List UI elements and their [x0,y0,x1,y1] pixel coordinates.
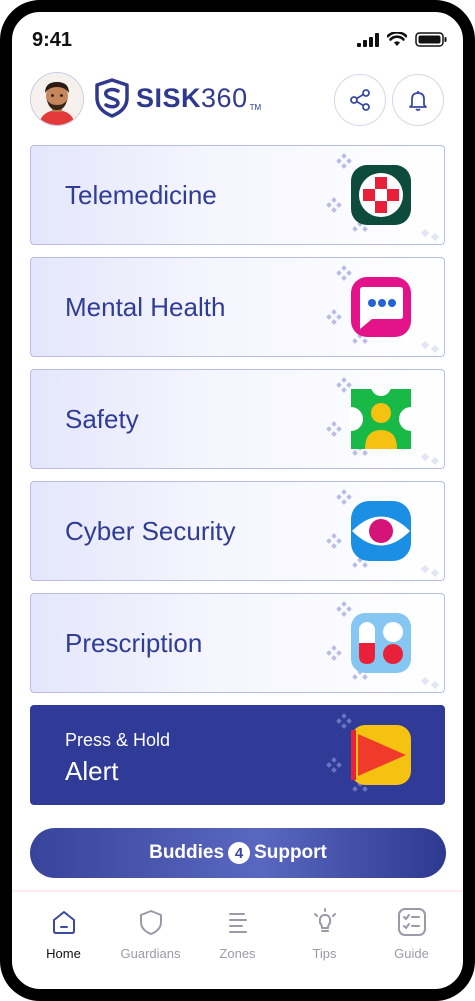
card-label: Cyber Security [65,516,236,546]
card-telemedicine[interactable]: Telemedicine [30,145,445,245]
alert-card[interactable]: Press & Hold Alert [30,705,445,805]
pills-icon [351,613,411,673]
notifications-button[interactable] [392,74,444,126]
tab-label: Guide [394,946,429,961]
signal-icon [357,32,379,47]
phone-frame: 9:41 SISK360 TM Telemedicine Mental Heal… [0,0,475,1001]
logo-bold-text: SISK [136,82,202,113]
avatar[interactable] [30,72,84,126]
four-badge-icon: 4 [228,842,251,864]
lightbulb-icon [313,908,336,932]
avatar-illustration [31,73,83,125]
chat-bubble-icon [351,277,411,337]
tab-guide[interactable]: Guide [372,904,452,984]
card-cyber-security[interactable]: Cyber Security [30,481,445,581]
tab-home[interactable]: Home [24,904,104,984]
share-button[interactable] [334,74,386,126]
card-prescription[interactable]: Prescription [30,593,445,693]
tab-label: Home [46,946,81,961]
card-label: Safety [65,404,139,434]
alert-subtitle: Press & Hold [65,730,171,750]
wifi-icon [387,32,407,46]
status-time: 9:41 [32,29,73,51]
tab-label: Zones [219,946,256,961]
bottom-tab-bar: Home Guardians Zones Tips Guide [12,904,463,984]
home-icon [52,911,75,934]
card-safety[interactable]: Safety [30,369,445,469]
guide-checklist-icon [397,908,426,936]
app-header: SISK360 TM [12,72,463,142]
support-label: Support [254,842,327,863]
status-icons [357,32,447,47]
app-logo: SISK360 TM [94,78,261,118]
logo-light-text: 360 [201,82,248,113]
logo-shield-icon [95,78,129,118]
status-bar: 9:41 [12,12,463,62]
alert-title: Alert [65,756,119,786]
shield-icon [139,910,162,935]
tab-tips[interactable]: Tips [285,904,365,984]
eye-icon [351,501,411,561]
logo-trademark: TM [249,103,262,112]
tabbar-divider [12,890,463,892]
tab-guardians[interactable]: Guardians [111,904,191,984]
logo-wordmark: SISK360 [136,83,248,114]
bell-icon [409,91,427,111]
safety-figures-icon [350,388,412,449]
buddies-label: Buddies [149,842,225,863]
card-mental-health[interactable]: Mental Health [30,257,445,357]
card-label: Mental Health [65,292,226,322]
service-cards: Telemedicine Mental Health Safety Cyber … [30,145,445,805]
tab-label: Tips [312,946,337,961]
alert-flag-icon [351,725,411,785]
battery-icon [415,32,447,47]
zones-list-icon [228,913,247,933]
tab-zones[interactable]: Zones [198,904,278,984]
card-label: Telemedicine [65,180,217,210]
buddies-support-button[interactable]: Buddies 4 Support [30,828,446,878]
share-icon [350,89,370,111]
medical-cross-icon [351,165,411,225]
card-label: Prescription [65,628,203,658]
tab-label: Guardians [120,946,181,961]
